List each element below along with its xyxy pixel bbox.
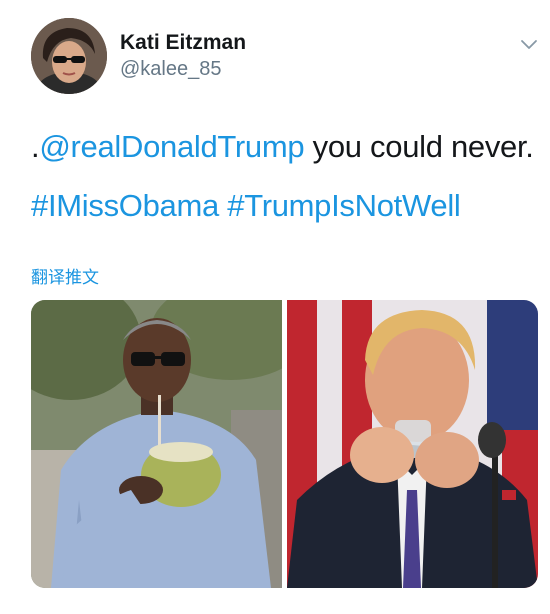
photo-right[interactable] [287, 300, 538, 588]
tweet-body: you could never. [304, 129, 534, 164]
chevron-down-icon[interactable] [518, 33, 540, 55]
avatar-photo [31, 18, 107, 94]
author-handle[interactable]: @kalee_85 [120, 58, 221, 81]
translate-tweet-link[interactable]: 翻译推文 [31, 263, 99, 288]
hashtag-link-1[interactable]: #IMissObama [31, 188, 219, 223]
mention-link[interactable]: @realDonaldTrump [39, 129, 304, 164]
media-grid [31, 300, 538, 588]
hashtag-link-2[interactable]: #TrumpIsNotWell [227, 188, 461, 223]
photo-left[interactable] [31, 300, 282, 588]
hashtags: #IMissObama #TrumpIsNotWell [31, 188, 461, 224]
avatar[interactable] [31, 18, 107, 94]
author-name[interactable]: Kati Eitzman [120, 31, 246, 55]
tweet-text: .@realDonaldTrump you could never. [31, 129, 534, 165]
